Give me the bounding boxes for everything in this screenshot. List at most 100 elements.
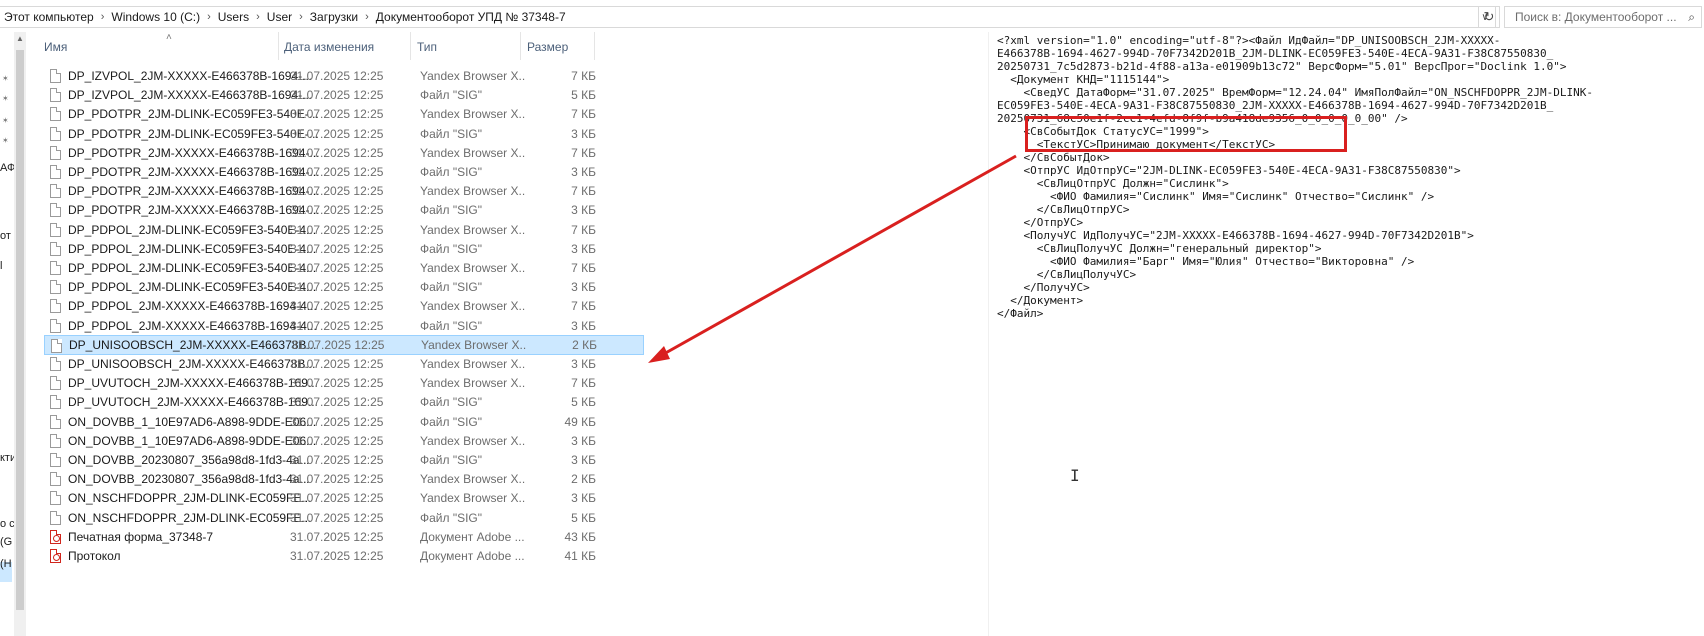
pin-icon: ✶ — [2, 74, 9, 83]
column-divider[interactable] — [278, 32, 279, 60]
file-size: 49 КБ — [564, 414, 596, 429]
navigation-item-label[interactable]: о с — [0, 518, 15, 530]
xml-line: <ФИО Фамилия="Сислинк" Имя="Сислинк" Отч… — [997, 190, 1435, 203]
file-row[interactable]: DP_UNISOOBSCH_2JM-XXXXX-E466378B... 31.07… — [44, 334, 644, 355]
file-size: 3 КБ — [571, 357, 596, 371]
document-icon — [50, 299, 61, 314]
search-box[interactable]: Поиск в: Документооборот ... ⌕ — [1504, 6, 1702, 28]
navigation-item-label[interactable]: от — [0, 230, 11, 242]
column-divider[interactable] — [410, 32, 411, 60]
column-header-type[interactable]: Тип — [417, 40, 437, 54]
file-row[interactable]: DP_PDPOL_2JM-DLINK-EC059FE3-540E-4... 31.… — [44, 258, 644, 278]
xml-line: E466378B-1694-4627-994D-70F7342D201B_2JM… — [997, 47, 1554, 60]
column-header-date[interactable]: Дата изменения — [284, 40, 374, 54]
file-date: 31.07.2025 12:25 — [290, 529, 384, 544]
file-date: 31.07.2025 12:25 — [290, 510, 384, 525]
column-divider[interactable] — [594, 32, 595, 60]
file-row[interactable]: ON_DOVBB_1_10E97AD6-A898-9DDE-E06... 31.0… — [44, 431, 644, 451]
file-row[interactable]: ON_DOVBB_20230807_356a98d8-1fd3-4a... 31.… — [44, 469, 644, 489]
file-row[interactable]: DP_PDOTPR_2JM-XXXXX-E466378B-1694-... 31.… — [44, 200, 644, 220]
breadcrumb-item[interactable]: User — [263, 10, 296, 24]
file-date: 31.07.2025 12:25 — [290, 88, 384, 103]
file-date: 31.07.2025 12:25 — [290, 549, 384, 563]
file-size: 7 КБ — [571, 299, 596, 314]
address-bar[interactable]: Этот компьютер › Windows 10 (C:) › Users › Use… — [0, 6, 1496, 28]
file-type: Файл "SIG" — [420, 510, 483, 525]
file-row[interactable]: DP_IZVPOL_2JM-XXXXX-E466378B-1694-... 31.… — [44, 85, 644, 105]
scroll-up-icon[interactable]: ▲ — [14, 34, 26, 46]
file-row[interactable]: ON_DOVBB_1_10E97AD6-A898-9DDE-E06... 31.0… — [44, 412, 644, 432]
preview-pane[interactable]: <?xml version="1.0" encoding="utf-8"?><Ф… — [988, 32, 1704, 636]
file-row[interactable]: DP_PDPOL_2JM-DLINK-EC059FE3-540E-4... 31.… — [44, 239, 644, 259]
file-size: 3 КБ — [571, 318, 596, 333]
file-row[interactable]: DP_PDOTPR_2JM-DLINK-EC059FE3-540E-... 31.… — [44, 104, 644, 124]
breadcrumb-item[interactable]: Users — [214, 10, 253, 24]
chevron-right-icon[interactable]: › — [253, 11, 263, 23]
file-date: 31.07.2025 12:25 — [290, 222, 384, 237]
document-icon — [50, 357, 61, 371]
breadcrumb-item[interactable]: Windows 10 (C:) — [107, 10, 204, 24]
text-cursor-icon: I — [1070, 466, 1080, 485]
scrollbar-thumb[interactable] — [16, 50, 24, 610]
refresh-icon: ↻ — [1483, 9, 1495, 24]
file-type: Yandex Browser X... — [420, 357, 525, 371]
file-row[interactable]: ON_NSCHFDOPPR_2JM-DLINK-EC059FE... 31.07.… — [44, 488, 644, 508]
pin-icon: ✶ — [2, 94, 9, 103]
file-row[interactable]: DP_PDOTPR_2JM-XXXXX-E466378B-1694-... 31.… — [44, 181, 644, 201]
file-row[interactable]: DP_PDOTPR_2JM-XXXXX-E466378B-1694-... 31.… — [44, 143, 644, 163]
column-header-name[interactable]: Имя — [44, 40, 67, 54]
file-size: 3 КБ — [571, 280, 596, 295]
file-row[interactable]: DP_PDOTPR_2JM-DLINK-EC059FE3-540E-... 31.… — [44, 124, 644, 144]
file-row[interactable]: DP_PDPOL_2JM-XXXXX-E466378B-1694-4... 31.… — [44, 316, 644, 336]
file-row[interactable]: Протокол 31.07.2025 12:25 Документ Adobe .… — [44, 546, 644, 566]
breadcrumb-item[interactable]: Документооборот УПД № 37348-7 — [372, 10, 570, 24]
navigation-pane[interactable]: АФ от l кти о с (G (H ✶ ✶ ✶ ✶ — [0, 32, 16, 636]
xml-line: <ОтпрУС ИдОтпрУС="2JM-DLINK-EC059FE3-540… — [997, 164, 1461, 177]
file-row[interactable]: DP_PDPOL_2JM-DLINK-EC059FE3-540E-4... 31.… — [44, 277, 644, 297]
file-row[interactable]: DP_PDPOL_2JM-DLINK-EC059FE3-540E-4... 31.… — [44, 220, 644, 240]
column-header-size[interactable]: Размер — [527, 40, 568, 54]
navigation-item-label[interactable]: (G — [0, 536, 12, 548]
file-row[interactable]: DP_PDOTPR_2JM-XXXXX-E466378B-1694-... 31.… — [44, 162, 644, 182]
file-size: 5 КБ — [571, 88, 596, 103]
document-icon — [50, 491, 61, 506]
file-date: 31.07.2025 12:25 — [290, 318, 384, 333]
file-date: 31.07.2025 12:25 — [290, 414, 384, 429]
navigation-item-label[interactable]: l — [0, 260, 2, 272]
file-type: Файл "SIG" — [420, 165, 483, 179]
file-size: 3 КБ — [571, 491, 596, 506]
xml-line: </Документ> — [997, 294, 1084, 307]
document-icon — [50, 184, 61, 199]
chevron-right-icon[interactable]: › — [204, 11, 214, 23]
file-type: Yandex Browser X... — [421, 337, 526, 352]
file-row[interactable]: DP_PDPOL_2JM-XXXXX-E466378B-1694-4... 31.… — [44, 296, 644, 316]
file-row[interactable]: ON_NSCHFDOPPR_2JM-DLINK-EC059FE... 31.07.… — [44, 508, 644, 528]
chevron-right-icon[interactable]: › — [362, 11, 372, 23]
file-row[interactable]: DP_UNISOOBSCH_2JM-XXXXX-E466378B... 31.07… — [44, 354, 644, 374]
file-row[interactable]: DP_IZVPOL_2JM-XXXXX-E466378B-1694-... 31.… — [44, 66, 644, 86]
document-icon — [50, 376, 61, 391]
xml-line: <СвЛицОтпрУС Должн="Сислинк"> — [997, 177, 1229, 190]
navigation-scrollbar[interactable]: ▲ — [14, 32, 26, 636]
breadcrumb-item[interactable]: Загрузки — [306, 10, 362, 24]
file-size: 7 КБ — [571, 69, 596, 83]
breadcrumb-item[interactable]: Этот компьютер — [0, 10, 98, 24]
navigation-item-label[interactable]: (H — [0, 558, 12, 570]
refresh-button[interactable]: ↻ — [1478, 6, 1500, 28]
chevron-right-icon[interactable]: › — [296, 11, 306, 23]
file-type: Документ Adobe ... — [420, 529, 525, 544]
search-input[interactable]: Поиск в: Документооборот ... — [1515, 10, 1677, 24]
file-row[interactable]: DP_UVUTOCH_2JM-XXXXX-E466378B-169... 31.0… — [44, 392, 644, 412]
file-date: 31.07.2025 12:25 — [290, 69, 384, 83]
file-row[interactable]: Печатная форма_37348-7 31.07.2025 12:25 До… — [44, 527, 644, 547]
file-row[interactable]: DP_UVUTOCH_2JM-XXXXX-E466378B-169... 31.0… — [44, 373, 644, 393]
file-row[interactable]: ON_DOVBB_20230807_356a98d8-1fd3-4a... 31.… — [44, 450, 644, 470]
file-type: Yandex Browser X... — [420, 69, 525, 83]
file-date: 31.07.2025 12:25 — [290, 299, 384, 314]
column-divider[interactable] — [520, 32, 521, 60]
xml-line: </ОтпрУС> — [997, 216, 1084, 229]
file-type: Yandex Browser X... — [420, 299, 525, 314]
file-date: 31.07.2025 12:25 — [290, 453, 384, 467]
chevron-right-icon[interactable]: › — [98, 11, 108, 23]
file-size: 3 КБ — [571, 126, 596, 141]
